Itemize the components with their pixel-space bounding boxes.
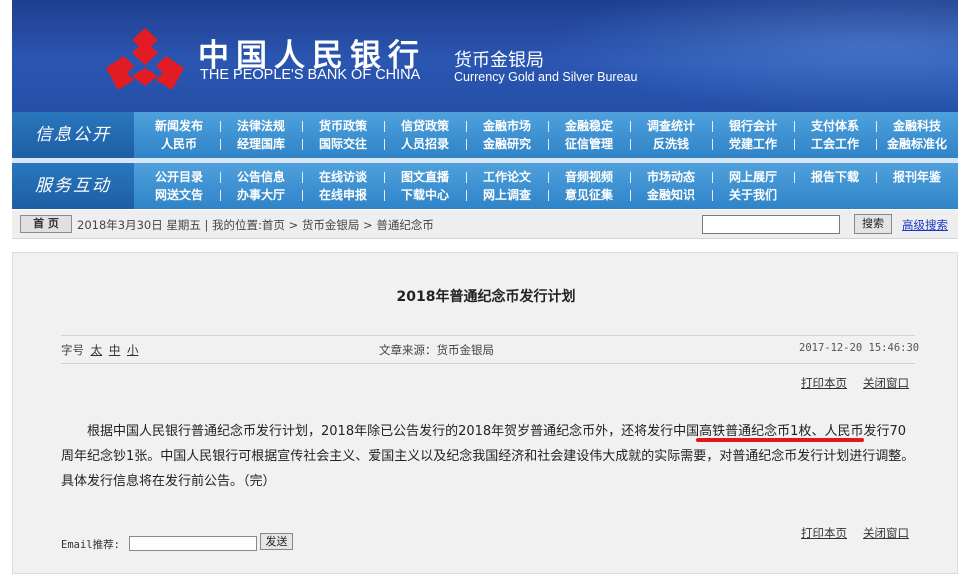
font-size-medium-link[interactable]: 中 xyxy=(109,343,121,357)
nav-service-title: 服务互动 xyxy=(12,163,134,209)
article-body: 根据中国人民银行普通纪念币发行计划，2018年除已公告发行的2018年贺岁普通纪… xyxy=(61,424,915,489)
nav-link[interactable]: 反洗钱 xyxy=(630,135,712,153)
font-size-label: 字号 xyxy=(61,343,84,357)
nav-info-public-title: 信息公开 xyxy=(12,112,134,158)
divider-top xyxy=(61,335,915,336)
nav-link[interactable]: 报告下载 xyxy=(794,168,876,186)
info-bar: 首 页 2018年3月30日 星期五 | 我的位置:首页 > 货币金银局 > 普… xyxy=(12,210,958,239)
nav-link[interactable]: 金融研究 xyxy=(466,135,548,153)
nav-link[interactable]: 下载中心 xyxy=(384,186,466,204)
article-tools-top: 打印本页 关闭窗口 xyxy=(801,375,909,391)
advanced-search-link[interactable]: 高级搜索 xyxy=(902,217,948,233)
font-size-large-link[interactable]: 太 xyxy=(91,343,103,357)
email-field[interactable] xyxy=(129,536,257,551)
article-title: 2018年普通纪念币发行计划 xyxy=(396,289,576,305)
nav-link[interactable]: 党建工作 xyxy=(712,135,794,153)
nav-link[interactable]: 银行会计 xyxy=(712,117,794,135)
bureau-name-en: Currency Gold and Silver Bureau xyxy=(454,70,638,84)
nav-link[interactable]: 市场动态 xyxy=(630,168,712,186)
nav-link[interactable]: 经理国库 xyxy=(220,135,302,153)
home-button[interactable]: 首 页 xyxy=(20,215,72,233)
nav-link[interactable]: 网上展厅 xyxy=(712,168,794,186)
page-root: 中国人民银行 THE PEOPLE'S BANK OF CHINA 货币金银局 … xyxy=(0,0,958,588)
article-tools-bottom: 打印本页 关闭窗口 xyxy=(801,525,909,541)
nav-service-links: 公开目录 公告信息 在线访谈 图文直播 工作论文 音频视频 市场动态 网上展厅 报告下载 报刊年鉴… xyxy=(138,168,958,204)
nav-link[interactable]: 金融标准化 xyxy=(876,135,958,153)
site-banner: 中国人民银行 THE PEOPLE'S BANK OF CHINA 货币金银局 … xyxy=(12,0,958,112)
article-source: 文章来源：货币金银局 xyxy=(379,343,494,357)
bureau-name-cn: 货币金银局 xyxy=(454,50,544,71)
nav-link[interactable]: 人员招录 xyxy=(384,135,466,153)
close-window-link[interactable]: 关闭窗口 xyxy=(863,376,909,390)
nav-link[interactable]: 公告信息 xyxy=(220,168,302,186)
nav-empty-cell xyxy=(794,186,876,204)
nav-info-public-links: 新闻发布 法律法规 货币政策 信贷政策 金融市场 金融稳定 调查统计 银行会计 支付体系 金融科技… xyxy=(138,117,958,153)
nav-link[interactable]: 报刊年鉴 xyxy=(876,168,958,186)
nav-link[interactable]: 金融科技 xyxy=(876,117,958,135)
nav-link[interactable]: 支付体系 xyxy=(794,117,876,135)
nav-info-public: 信息公开 新闻发布 法律法规 货币政策 信贷政策 金融市场 金融稳定 调查统计 银行会计 支付体… xyxy=(12,112,958,158)
nav-link[interactable]: 工作论文 xyxy=(466,168,548,186)
send-button[interactable]: 发送 xyxy=(260,533,293,550)
nav-link[interactable]: 意见征集 xyxy=(548,186,630,204)
nav-service-interaction: 服务互动 公开目录 公告信息 在线访谈 图文直播 工作论文 音频视频 市场动态 网上展厅 报告下… xyxy=(12,163,958,209)
close-window-link-bottom[interactable]: 关闭窗口 xyxy=(863,526,909,540)
nav-link[interactable]: 网上调查 xyxy=(466,186,548,204)
breadcrumb: 2018年3月30日 星期五 | 我的位置:首页 > 货币金银局 > 普通纪念币 xyxy=(77,218,434,232)
print-page-link-bottom[interactable]: 打印本页 xyxy=(801,526,847,540)
search-button[interactable]: 搜索 xyxy=(854,214,892,234)
nav-link[interactable]: 办事大厅 xyxy=(220,186,302,204)
highlight-underline xyxy=(696,438,864,442)
nav-link[interactable]: 在线访谈 xyxy=(302,168,384,186)
nav-link[interactable]: 法律法规 xyxy=(220,117,302,135)
banner-glow xyxy=(538,0,958,112)
nav-link[interactable]: 货币政策 xyxy=(302,117,384,135)
nav-link[interactable]: 调查统计 xyxy=(630,117,712,135)
nav-link[interactable]: 在线申报 xyxy=(302,186,384,204)
print-page-link[interactable]: 打印本页 xyxy=(801,376,847,390)
nav-link[interactable]: 人民币 xyxy=(138,135,220,153)
article-date: 2017-12-20 15:46:30 xyxy=(799,342,920,354)
nav-link[interactable]: 公开目录 xyxy=(138,168,220,186)
divider-bottom xyxy=(61,363,915,364)
nav-link[interactable]: 音频视频 xyxy=(548,168,630,186)
nav-link[interactable]: 金融市场 xyxy=(466,117,548,135)
bank-name-en: THE PEOPLE'S BANK OF CHINA xyxy=(200,67,421,83)
pboc-logo-icon xyxy=(106,28,184,90)
nav-link[interactable]: 工会工作 xyxy=(794,135,876,153)
nav-link[interactable]: 金融稳定 xyxy=(548,117,630,135)
font-size-small-link[interactable]: 小 xyxy=(127,343,139,357)
nav-link[interactable]: 国际交往 xyxy=(302,135,384,153)
nav-empty-cell xyxy=(876,186,958,204)
nav-link[interactable]: 金融知识 xyxy=(630,186,712,204)
nav-link[interactable]: 关于我们 xyxy=(712,186,794,204)
nav-link[interactable]: 图文直播 xyxy=(384,168,466,186)
nav-link[interactable]: 征信管理 xyxy=(548,135,630,153)
article-panel: 2018年普通纪念币发行计划 字号 太 中 小 文章来源：货币金银局 2017-… xyxy=(12,252,958,574)
nav-link[interactable]: 信贷政策 xyxy=(384,117,466,135)
font-size-control: 字号 太 中 小 xyxy=(61,342,138,358)
nav-link[interactable]: 网送文告 xyxy=(138,186,220,204)
email-label: Email推荐: xyxy=(61,539,120,551)
nav-link[interactable]: 新闻发布 xyxy=(138,117,220,135)
search-input[interactable] xyxy=(702,215,840,234)
